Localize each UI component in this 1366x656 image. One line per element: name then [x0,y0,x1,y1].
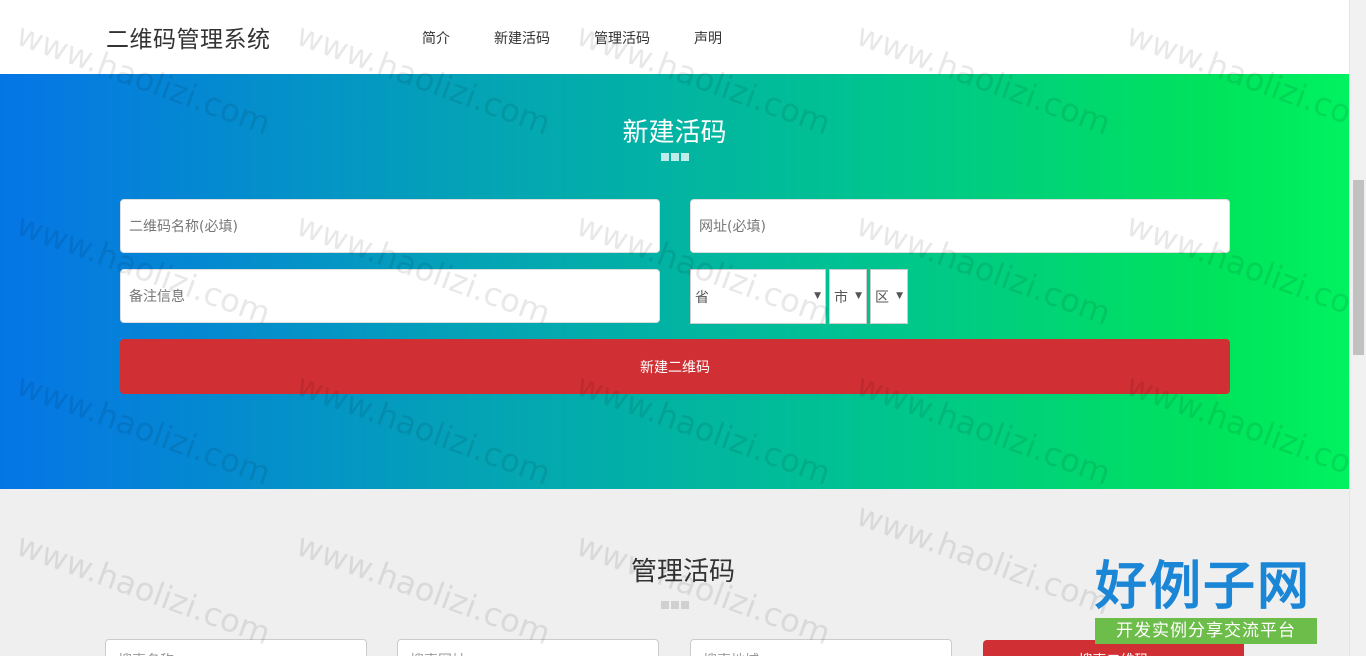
watermark: www.haolizi.com [11,525,276,653]
scrollbar-thumb[interactable] [1353,180,1364,355]
navbar: 二维码管理系统 简介 新建活码 管理活码 声明 [0,0,1349,74]
province-select[interactable]: 省 ▼ [690,269,826,324]
divider-dot [670,153,679,161]
note-input[interactable]: 备注信息 [120,269,660,323]
search-url-input[interactable]: 搜索网址 [397,639,659,656]
brand-title[interactable]: 二维码管理系统 [106,20,271,54]
watermark: www.haolizi.com [571,525,836,653]
nav-link-intro[interactable]: 简介 [422,28,450,48]
vertical-scrollbar[interactable] [1349,0,1366,656]
divider-dot [670,601,679,609]
create-section-title: 新建活码 [622,118,727,148]
nav-link-statement[interactable]: 声明 [694,28,722,48]
nav-links: 简介 新建活码 管理活码 声明 [422,28,766,48]
district-select-value: 区 [875,289,889,306]
chevron-down-icon: ▼ [814,291,821,301]
logo-sub-text: 开发实例分享交流平台 [1095,618,1317,644]
divider-dot [680,153,689,161]
site-logo[interactable]: 好例子网 开发实例分享交流平台 [1095,556,1320,646]
nav-link-create[interactable]: 新建活码 [494,28,550,48]
province-select-value: 省 [695,289,709,306]
watermark: www.haolizi.com [291,525,556,653]
chevron-down-icon: ▼ [896,291,903,301]
title-divider-dots [0,153,1349,164]
divider-dot [660,153,669,161]
search-region-input[interactable]: 搜索地域 [690,639,952,656]
city-select[interactable]: 市 ▼ [829,269,867,324]
create-section: 新建活码 二维码名称(必填) 网址(必填) 备注信息 省 ▼ 市 ▼ 区 ▼ 新… [0,74,1349,489]
city-select-value: 市 [834,289,848,306]
chevron-down-icon: ▼ [855,291,862,301]
qr-name-input[interactable]: 二维码名称(必填) [120,199,660,253]
nav-link-manage[interactable]: 管理活码 [594,28,650,48]
divider-dot [660,601,669,609]
url-input[interactable]: 网址(必填) [690,199,1230,253]
divider-dot [680,601,689,609]
logo-main-text: 好例子网 [1095,556,1312,617]
district-select[interactable]: 区 ▼ [870,269,908,324]
search-name-input[interactable]: 搜索名称 [105,639,367,656]
create-qr-button[interactable]: 新建二维码 [120,339,1230,394]
